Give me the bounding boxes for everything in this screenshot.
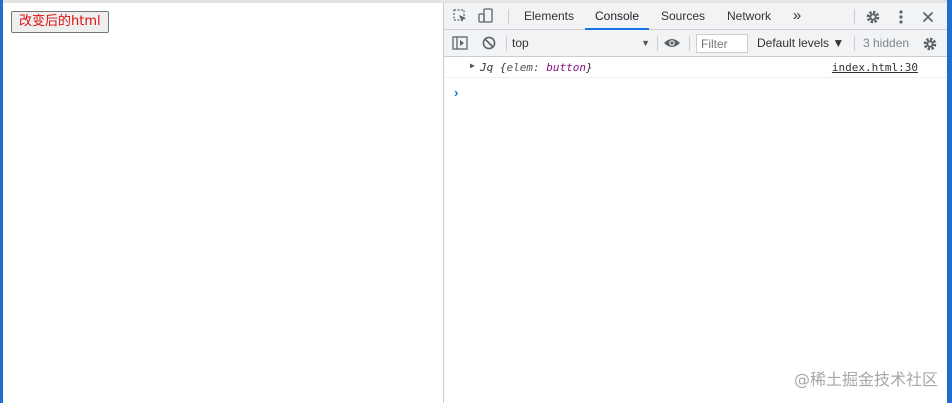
tab-sources[interactable]: Sources (654, 3, 712, 29)
window-right-border (947, 0, 952, 403)
hidden-messages-count: 3 hidden (863, 36, 910, 50)
inspect-element-icon[interactable] (452, 8, 468, 24)
device-toolbar-icon[interactable] (478, 8, 494, 24)
source-link[interactable]: index.html:30 (832, 61, 918, 74)
console-settings-gear-icon[interactable] (921, 35, 938, 52)
tabbar-separator (508, 9, 509, 24)
object-key: elem: (506, 61, 540, 74)
toolbar-separator (506, 36, 507, 51)
toolbar-separator-4 (854, 36, 855, 51)
object-class-name: Jq (480, 61, 494, 74)
object-value: button (546, 61, 586, 74)
console-prompt-icon[interactable]: › (454, 85, 458, 100)
console-toolbar: top ▼ Default levels ▼ 3 hidden (444, 30, 947, 57)
tab-console[interactable]: Console (585, 3, 649, 30)
console-log-message[interactable]: ▶ Jq {elem: button} index.html:30 (444, 57, 947, 78)
context-value: top (512, 36, 529, 50)
toolbar-separator-3 (689, 36, 690, 51)
changed-html-button[interactable]: 改变后的html (11, 11, 109, 33)
tab-network[interactable]: Network (721, 3, 777, 29)
console-output: ▶ Jq {elem: button} index.html:30 › (444, 57, 947, 403)
default-levels-dropdown[interactable]: Default levels ▼ (757, 34, 844, 52)
more-options-icon[interactable] (893, 8, 909, 25)
toolbar-separator-2 (657, 36, 658, 51)
context-selector[interactable]: top ▼ (512, 34, 652, 52)
live-expression-eye-icon[interactable] (663, 35, 681, 51)
logged-object[interactable]: Jq {elem: button} (480, 61, 593, 74)
chevron-down-icon: ▼ (641, 38, 650, 48)
tab-elements[interactable]: Elements (518, 3, 580, 29)
expand-triangle-icon[interactable]: ▶ (470, 61, 475, 70)
tabbar-separator-right (854, 9, 855, 24)
sidebar-toggle-icon[interactable] (452, 35, 468, 51)
clear-console-icon[interactable] (481, 35, 497, 51)
page-viewport: 改变后的html (3, 3, 443, 403)
filter-input[interactable] (696, 34, 748, 53)
watermark: @稀土掘金技术社区 (793, 370, 938, 389)
more-tabs-button[interactable]: » (788, 3, 806, 29)
close-icon[interactable] (920, 8, 936, 25)
devtools-panel: Elements Console Sources Network » top ▼… (443, 3, 947, 403)
settings-gear-icon[interactable] (864, 8, 881, 25)
devtools-tabbar: Elements Console Sources Network » (444, 3, 947, 30)
